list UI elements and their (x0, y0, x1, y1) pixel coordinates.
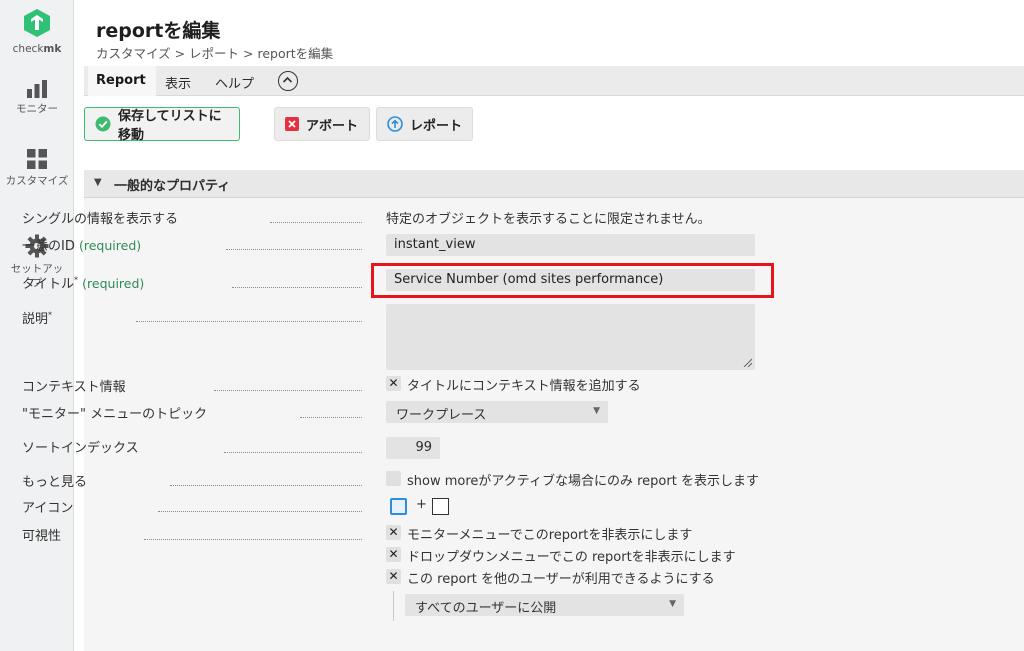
customize-icon (27, 149, 47, 169)
hide-in-monitor-menu-checkbox[interactable]: ✕ (386, 525, 401, 540)
single-info-label: シングルの情報を表示する (22, 212, 179, 227)
dotted-leader (136, 321, 362, 322)
dotted-leader (170, 485, 362, 486)
dotted-leader (158, 511, 362, 512)
sort-index-input[interactable]: 99 (386, 437, 440, 459)
report-button[interactable]: レポート (376, 107, 473, 141)
sidebar-item-monitor[interactable]: モニター (0, 80, 74, 116)
hide-in-monitor-menu-label: モニターメニューでこのreportを非表示にします (407, 528, 693, 543)
indent-line (393, 591, 394, 621)
description-label: 説明* (22, 310, 53, 327)
dotted-leader (224, 452, 362, 453)
title-label: タイトル* (required) (22, 275, 145, 292)
dotted-leader (144, 539, 362, 540)
close-icon (285, 117, 299, 131)
section-general-properties-header[interactable]: ▼ 一般的なプロパティ (84, 170, 1024, 198)
context-info-label: コンテキスト情報 (22, 380, 126, 395)
collapse-menu-button[interactable] (278, 71, 298, 91)
resize-grip-icon[interactable] (743, 358, 752, 367)
visibility-label: 可視性 (22, 529, 62, 544)
abort-button-label: アボート (306, 118, 359, 134)
sidebar-item-customize[interactable]: カスタマイズ (0, 148, 74, 188)
page-title: reportを編集 (96, 20, 221, 42)
publish-scope-select[interactable]: すべてのユーザーに公開 ▼ (405, 594, 684, 616)
context-info-checkbox[interactable]: ✕ (386, 376, 401, 391)
show-more-checkbox[interactable] (386, 471, 401, 486)
hide-in-dropdown-label: ドロップダウンメニューでこの reportを非表示にします (407, 550, 736, 565)
icon-selector-box[interactable] (390, 498, 407, 515)
dotted-leader (232, 287, 362, 288)
dropdown-arrow-icon: ▼ (593, 406, 600, 416)
save-button-label: 保存してリストに移動 (118, 109, 222, 143)
menu-report[interactable]: Report (96, 73, 146, 88)
dotted-leader (214, 390, 362, 391)
unique-id-input[interactable]: instant_view (386, 234, 755, 256)
topic-label: "モニター" メニューのトピック (22, 407, 208, 422)
breadcrumb[interactable]: カスタマイズ > レポート > reportを編集 (96, 43, 333, 62)
dotted-leader (226, 249, 362, 250)
dotted-leader (270, 222, 362, 223)
caret-down-icon: ▼ (94, 177, 102, 188)
icon-label: アイコン (22, 501, 74, 516)
unique-id-label: 一意のID (required) (22, 238, 142, 254)
description-textarea[interactable] (386, 304, 755, 370)
report-button-label: レポート (410, 118, 463, 134)
title-highlight-box (371, 263, 774, 298)
show-more-label: もっと見る (22, 475, 88, 490)
menu-view[interactable]: 表示 (165, 73, 191, 92)
share-with-users-label: この report を他のユーザーが利用できるようにする (407, 572, 715, 587)
sidebar-item-label: モニター (16, 103, 58, 115)
menu-bar: Report 表示 ヘルプ (84, 66, 1024, 96)
dropdown-arrow-icon: ▼ (669, 599, 676, 609)
icon-plus: + (416, 497, 427, 512)
dotted-leader (300, 417, 362, 418)
arrow-up-circle-icon (387, 116, 403, 132)
icon-emblem-box[interactable] (432, 498, 449, 515)
abort-button[interactable]: アボート (274, 107, 370, 141)
logo-label: checkmk (12, 43, 62, 55)
context-info-check-label: タイトルにコンテキスト情報を追加する (407, 379, 641, 394)
check-circle-icon (95, 116, 111, 132)
sidebar-item-label: カスタマイズ (5, 175, 69, 187)
monitor-icon (27, 80, 47, 98)
sort-index-label: ソートインデックス (22, 441, 139, 456)
hide-in-dropdown-checkbox[interactable]: ✕ (386, 547, 401, 562)
save-and-go-to-list-button[interactable]: 保存してリストに移動 (84, 107, 240, 143)
menu-help[interactable]: ヘルプ (215, 73, 254, 92)
checkmk-logo-icon (24, 9, 50, 37)
publish-scope-value: すべてのユーザーに公開 (415, 601, 557, 616)
checkmk-logo[interactable]: checkmk (0, 8, 74, 56)
show-more-check-label: show moreがアクティブな場合にのみ report を表示します (407, 474, 759, 489)
chevron-up-icon (282, 76, 293, 83)
topic-select-value: ワークプレース (396, 408, 487, 423)
section-title: 一般的なプロパティ (114, 179, 231, 194)
single-info-value: 特定のオブジェクトを表示することに限定されません。 (386, 212, 711, 227)
share-with-users-checkbox[interactable]: ✕ (386, 569, 401, 584)
topic-select[interactable]: ワークプレース ▼ (386, 401, 608, 423)
